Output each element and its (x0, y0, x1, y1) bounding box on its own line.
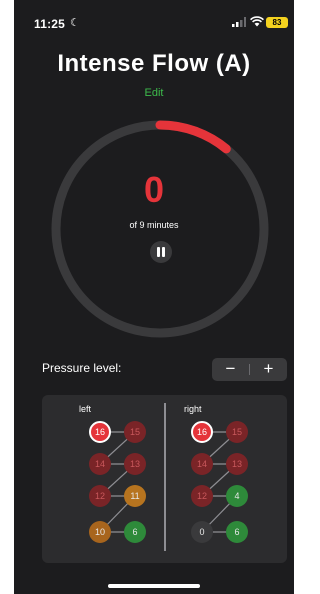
app-screen: 11:25 ☾ 83 Intense Flow (A) Edit 0 of 9 … (14, 0, 294, 594)
wifi-icon (250, 16, 264, 27)
left-zone-node[interactable]: 15 (124, 421, 146, 443)
right-zone-node[interactable]: 14 (191, 453, 213, 475)
right-zone-node[interactable]: 12 (191, 485, 213, 507)
left-zone-node[interactable]: 12 (89, 485, 111, 507)
signal-icon (232, 17, 246, 27)
edit-link[interactable]: Edit (14, 87, 294, 99)
zone-connectors (99, 431, 238, 533)
right-zone-node[interactable]: 4 (226, 485, 248, 507)
left-zone-node[interactable]: 10 (89, 521, 111, 543)
right-zone-node[interactable]: 0 (191, 521, 213, 543)
pressure-stepper: − + (212, 358, 287, 381)
timer-caption: of 9 minutes (129, 220, 179, 230)
right-zone-node[interactable]: 13 (226, 453, 248, 475)
pressure-decrease-button[interactable]: − (212, 358, 249, 381)
timer-value: 0 (143, 169, 165, 210)
left-zone-node[interactable]: 6 (124, 521, 146, 543)
left-zone-node[interactable]: 13 (124, 453, 146, 475)
pressure-label: Pressure level: (42, 361, 122, 375)
pause-icon-bar (162, 247, 165, 257)
zones-panel: left right 16 15 14 13 12 11 10 6 16 15 14 13 12 4 0 6 (42, 395, 287, 563)
left-zone-node[interactable]: 16 (89, 421, 111, 443)
home-indicator (108, 584, 200, 588)
battery-icon: 83 (266, 17, 288, 28)
right-zone-node[interactable]: 16 (191, 421, 213, 443)
pause-button[interactable] (150, 241, 172, 263)
left-zone-node[interactable]: 14 (89, 453, 111, 475)
right-zone-node[interactable]: 6 (226, 521, 248, 543)
left-zone-node[interactable]: 11 (124, 485, 146, 507)
status-bar: 11:25 ☾ 83 (14, 0, 294, 34)
pause-icon (157, 247, 160, 257)
program-title: Intense Flow (A) (57, 50, 251, 77)
right-zone-node[interactable]: 15 (226, 421, 248, 443)
moon-icon: ☾ (70, 17, 80, 29)
status-time: 11:25 (34, 17, 66, 31)
pressure-increase-button[interactable]: + (250, 358, 287, 381)
